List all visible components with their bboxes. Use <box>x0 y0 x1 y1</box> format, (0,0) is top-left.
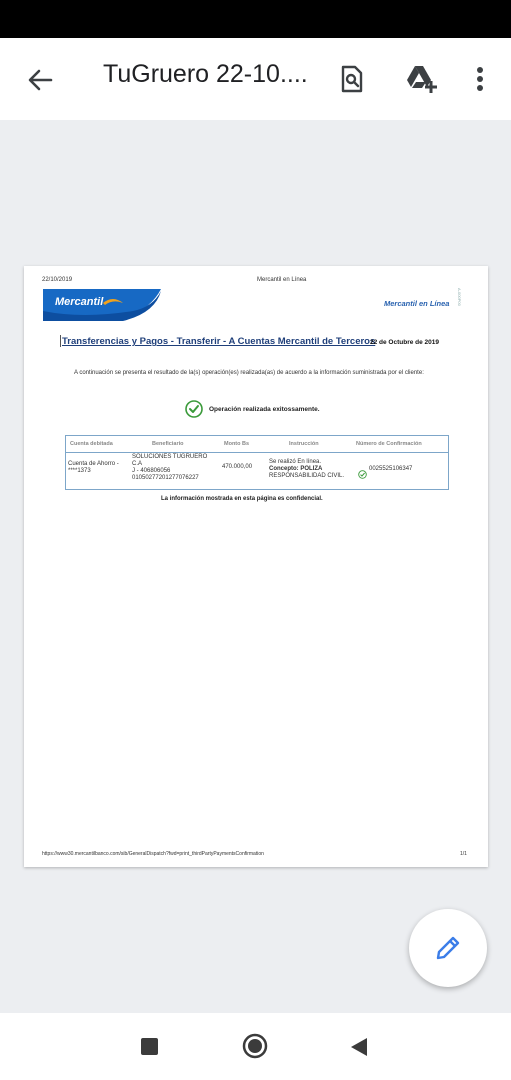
intro-text: A continuación se presenta el resultado … <box>74 370 424 376</box>
check-circle-icon <box>185 400 203 418</box>
pdf-viewer[interactable]: 22/10/2019 Mercantil en Línea A-000P00 M… <box>0 120 511 1013</box>
brand-right: Mercantil en Línea <box>384 299 450 308</box>
col-instruccion: Instrucción <box>289 441 319 447</box>
col-beneficiario: Beneficiario <box>152 441 184 447</box>
edit-fab-button[interactable] <box>409 909 487 987</box>
home-icon[interactable] <box>242 1033 268 1059</box>
header-center: Mercantil en Línea <box>257 277 307 283</box>
table-header: Cuenta debitada Beneficiario Monto Bs In… <box>66 436 448 453</box>
col-confirmacion: Número de Confirmación <box>356 441 422 447</box>
section-date: 22 de Octubre de 2019 <box>370 339 440 346</box>
footer-url: https://www30.mercantilbanco.com/sib/Gen… <box>42 851 264 857</box>
drive-add-icon[interactable] <box>404 63 437 95</box>
find-in-page-icon[interactable] <box>336 63 368 95</box>
col-cuenta: Cuenta debitada <box>70 441 113 447</box>
pdf-page: 22/10/2019 Mercantil en Línea A-000P00 M… <box>24 266 488 867</box>
system-nav-bar <box>0 1013 511 1080</box>
col-monto: Monto Bs <box>224 441 250 447</box>
side-code: A-000P00 <box>457 288 462 306</box>
section-title: Transferencias y Pagos - Transferir - A … <box>59 335 376 347</box>
app-bar: TuGruero 22-10.... <box>0 38 511 121</box>
status-bar <box>0 0 511 38</box>
arrow-back-icon[interactable] <box>24 64 56 96</box>
header-date: 22/10/2019 <box>42 277 73 283</box>
check-circle-small-icon <box>358 466 367 479</box>
document-title: TuGruero 22-10.... <box>103 60 308 88</box>
back-triangle-icon[interactable] <box>349 1036 369 1058</box>
recents-icon[interactable] <box>141 1038 158 1055</box>
mercantil-logo: Mercantil <box>43 289 163 321</box>
footer-page-number: 1/1 <box>460 851 467 857</box>
transfer-table: Cuenta debitada Beneficiario Monto Bs In… <box>65 435 449 490</box>
more-vert-icon[interactable] <box>466 63 494 95</box>
pencil-icon <box>436 936 460 960</box>
confidential-notice: La información mostrada en esta página e… <box>161 496 323 502</box>
